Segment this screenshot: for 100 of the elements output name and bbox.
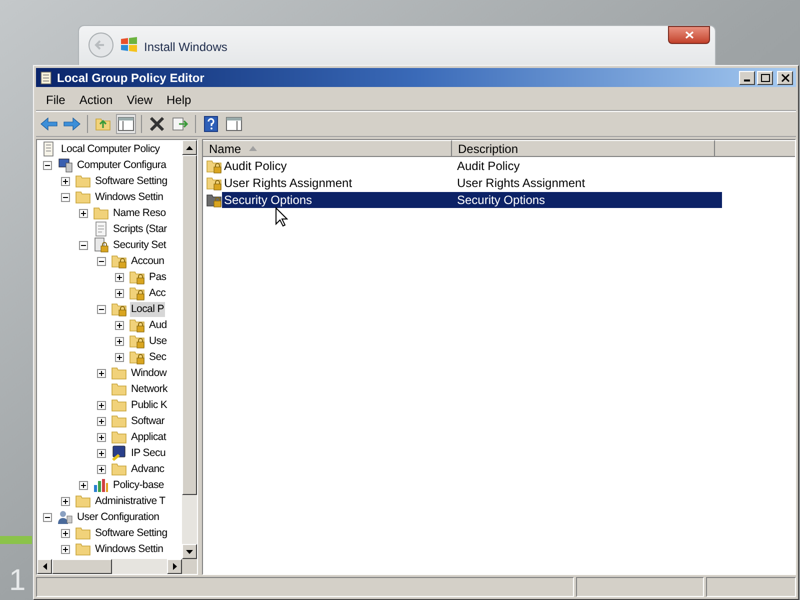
expand-icon[interactable]	[115, 272, 124, 282]
collapse-icon[interactable]	[79, 240, 88, 250]
folder-icon	[111, 397, 127, 413]
help-icon[interactable]	[204, 116, 218, 132]
expand-icon[interactable]	[97, 432, 106, 442]
expand-icon[interactable]	[79, 480, 88, 490]
locked-folder-icon	[206, 158, 222, 174]
bar-chart-icon	[93, 477, 109, 493]
tree-item[interactable]: Network	[130, 382, 168, 396]
expand-icon[interactable]	[115, 320, 124, 330]
tree-item[interactable]: Windows Settin	[94, 542, 164, 556]
locked-folder-icon	[129, 285, 145, 301]
tree-item[interactable]: Applicat	[130, 430, 167, 444]
collapse-icon[interactable]	[61, 192, 70, 202]
scroll-down-icon[interactable]	[186, 550, 193, 554]
tree-item[interactable]: Local P	[130, 302, 165, 316]
expand-icon[interactable]	[97, 416, 106, 426]
forward-arrow-icon[interactable]	[63, 117, 81, 131]
collapse-icon[interactable]	[43, 160, 52, 170]
tree-item[interactable]: Security Set	[112, 238, 168, 252]
tree-item[interactable]: Public K	[130, 398, 168, 412]
locked-folder-icon	[129, 269, 145, 285]
tree-item[interactable]: Software Setting	[94, 526, 168, 540]
scroll-up-icon[interactable]	[186, 146, 193, 150]
document-icon	[93, 221, 109, 237]
tree-item[interactable]: User Configuration	[76, 510, 160, 524]
tree-item[interactable]: Software Setting	[94, 174, 168, 188]
scrollbar-corner	[182, 559, 197, 574]
expand-icon[interactable]	[115, 336, 124, 346]
close-button[interactable]	[668, 26, 710, 44]
delete-icon[interactable]	[149, 116, 165, 132]
windows-logo-icon	[120, 36, 138, 54]
mouse-pointer-icon	[275, 207, 288, 227]
step-number: 1	[9, 563, 26, 599]
folder-icon	[75, 189, 91, 205]
locked-folder-icon	[111, 253, 127, 269]
expand-icon[interactable]	[97, 464, 106, 474]
tree-item[interactable]: Sec	[148, 350, 168, 364]
list-row[interactable]: User Rights Assignment User Rights Assignment	[222, 174, 722, 190]
menu-item[interactable]: Help	[160, 90, 198, 108]
folder-icon	[111, 381, 127, 397]
export-list-icon[interactable]	[172, 116, 188, 132]
tree-item[interactable]: Advanc	[130, 462, 166, 476]
vertical-scrollbar[interactable]	[182, 140, 197, 559]
scroll-right-icon[interactable]	[172, 563, 176, 570]
menu-item[interactable]: Action	[73, 90, 119, 108]
menu-item[interactable]: View	[120, 90, 158, 108]
tree-item[interactable]: Scripts (Star	[112, 222, 168, 236]
tree-item[interactable]: Use	[148, 334, 168, 348]
tree-item[interactable]: Window	[130, 366, 168, 380]
tree-item[interactable]: Computer Configura	[76, 158, 168, 172]
window-title: Local Group Policy Editor	[57, 70, 204, 86]
folder-icon	[75, 541, 91, 557]
action-pane-icon[interactable]	[226, 117, 242, 131]
locked-folder-icon	[129, 317, 145, 333]
tree-item[interactable]: Administrative T	[94, 494, 166, 508]
scroll-left-icon[interactable]	[42, 563, 46, 570]
back-arrow-icon[interactable]	[40, 117, 58, 131]
tree-item[interactable]: IP Secu	[130, 446, 166, 460]
tree-pane-icon[interactable]	[118, 117, 134, 131]
locked-folder-icon	[206, 192, 222, 208]
tree-item[interactable]: Name Reso	[112, 206, 167, 220]
expand-icon[interactable]	[115, 288, 124, 298]
tree-item[interactable]: Accoun	[130, 254, 166, 268]
expand-icon[interactable]	[97, 400, 106, 410]
list-row[interactable]: Audit Policy Audit Policy	[222, 158, 722, 174]
expand-icon[interactable]	[79, 208, 88, 218]
tree-item[interactable]: Softwar	[130, 414, 166, 428]
collapse-icon[interactable]	[97, 304, 106, 314]
tree-item[interactable]: Aud	[148, 318, 168, 332]
column-header[interactable]	[715, 140, 795, 157]
tree-item[interactable]: Pas	[148, 270, 168, 284]
tree-item[interactable]: Acc	[148, 286, 167, 300]
column-header[interactable]: Name	[203, 140, 452, 157]
monitor-icon	[111, 445, 127, 461]
expand-icon[interactable]	[97, 448, 106, 458]
computer-icon	[57, 157, 73, 173]
expand-icon[interactable]	[115, 352, 124, 362]
folder-icon	[111, 365, 127, 381]
folder-icon	[111, 429, 127, 445]
tree-item[interactable]: Policy-base	[112, 478, 165, 492]
expand-icon[interactable]	[61, 176, 70, 186]
close-icon	[684, 31, 694, 39]
tree-item[interactable]: Windows Settin	[94, 190, 164, 204]
expand-icon[interactable]	[61, 496, 70, 506]
collapse-icon[interactable]	[43, 512, 52, 522]
maximize-button[interactable]	[757, 70, 773, 84]
window-title: Install Windows	[144, 39, 228, 56]
collapse-icon[interactable]	[97, 256, 106, 266]
list-row[interactable]: Security Options Security Options	[222, 192, 722, 208]
column-header[interactable]: Description	[452, 140, 715, 157]
locked-folder-icon	[111, 301, 127, 317]
expand-icon[interactable]	[61, 544, 70, 554]
tree-item[interactable]: Local Computer Policy	[60, 142, 161, 156]
menu-item[interactable]: File	[40, 90, 72, 108]
horizontal-scrollbar[interactable]	[37, 559, 197, 574]
expand-icon[interactable]	[61, 528, 70, 538]
expand-icon[interactable]	[97, 368, 106, 378]
folder-icon	[93, 205, 109, 221]
minimize-button[interactable]	[739, 70, 755, 84]
